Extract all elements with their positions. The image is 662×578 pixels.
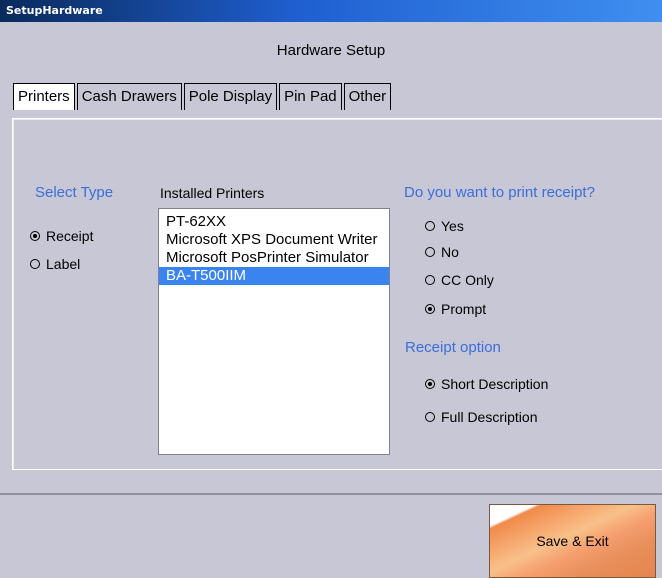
radio-yes[interactable]: Yes xyxy=(425,218,464,234)
printers-listbox[interactable]: PT-62XX Microsoft XPS Document Writer Mi… xyxy=(158,208,390,455)
tab-pin-pad[interactable]: Pin Pad xyxy=(279,83,342,110)
window-title: SetupHardware xyxy=(6,4,103,17)
radio-prompt-label: Prompt xyxy=(441,301,487,317)
radio-empty-icon xyxy=(425,275,435,285)
select-type-label: Select Type xyxy=(35,184,114,201)
print-receipt-label: Do you want to print receipt? xyxy=(404,184,595,201)
radio-yes-label: Yes xyxy=(441,218,464,234)
receipt-option-label: Receipt option xyxy=(405,339,501,356)
title-bar: SetupHardware xyxy=(0,0,662,22)
tab-pole-display[interactable]: Pole Display xyxy=(183,83,278,110)
radio-empty-icon xyxy=(425,247,435,257)
radio-full-description-label: Full Description xyxy=(441,409,538,425)
radio-empty-icon xyxy=(425,221,435,231)
save-exit-label: Save & Exit xyxy=(536,533,609,549)
tab-printers[interactable]: Printers xyxy=(13,83,75,110)
installed-printers-label: Installed Printers xyxy=(160,185,265,201)
radio-short-description-label: Short Description xyxy=(441,376,549,392)
tab-cash-drawers[interactable]: Cash Drawers xyxy=(76,83,182,110)
radio-no[interactable]: No xyxy=(425,244,459,260)
radio-cc-only[interactable]: CC Only xyxy=(425,272,494,288)
radio-label-label: Label xyxy=(46,256,81,272)
radio-empty-icon xyxy=(425,412,435,422)
radio-cc-only-label: CC Only xyxy=(441,272,494,288)
radio-receipt-label: Receipt xyxy=(46,228,94,244)
save-exit-button[interactable]: Save & Exit xyxy=(489,504,656,578)
radio-full-description[interactable]: Full Description xyxy=(425,409,537,425)
list-item[interactable]: PT-62XX xyxy=(159,213,389,231)
list-item[interactable]: BA-T500IIM xyxy=(159,267,389,285)
page-title: Hardware Setup xyxy=(276,42,386,59)
list-item[interactable]: Microsoft XPS Document Writer xyxy=(159,231,389,249)
list-item[interactable]: Microsoft PosPrinter Simulator xyxy=(159,249,389,267)
radio-receipt[interactable]: Receipt xyxy=(30,228,93,244)
radio-selected-icon xyxy=(30,231,40,241)
radio-selected-icon xyxy=(425,379,435,389)
radio-prompt[interactable]: Prompt xyxy=(425,301,486,317)
radio-no-label: No xyxy=(441,244,459,260)
radio-selected-icon xyxy=(425,304,435,314)
radio-short-description[interactable]: Short Description xyxy=(425,376,548,392)
radio-empty-icon xyxy=(30,259,40,269)
divider xyxy=(0,493,662,495)
tab-bar: Printers Cash Drawers Pole Display Pin P… xyxy=(13,83,393,111)
radio-label[interactable]: Label xyxy=(30,256,80,272)
tab-other[interactable]: Other xyxy=(343,83,392,110)
